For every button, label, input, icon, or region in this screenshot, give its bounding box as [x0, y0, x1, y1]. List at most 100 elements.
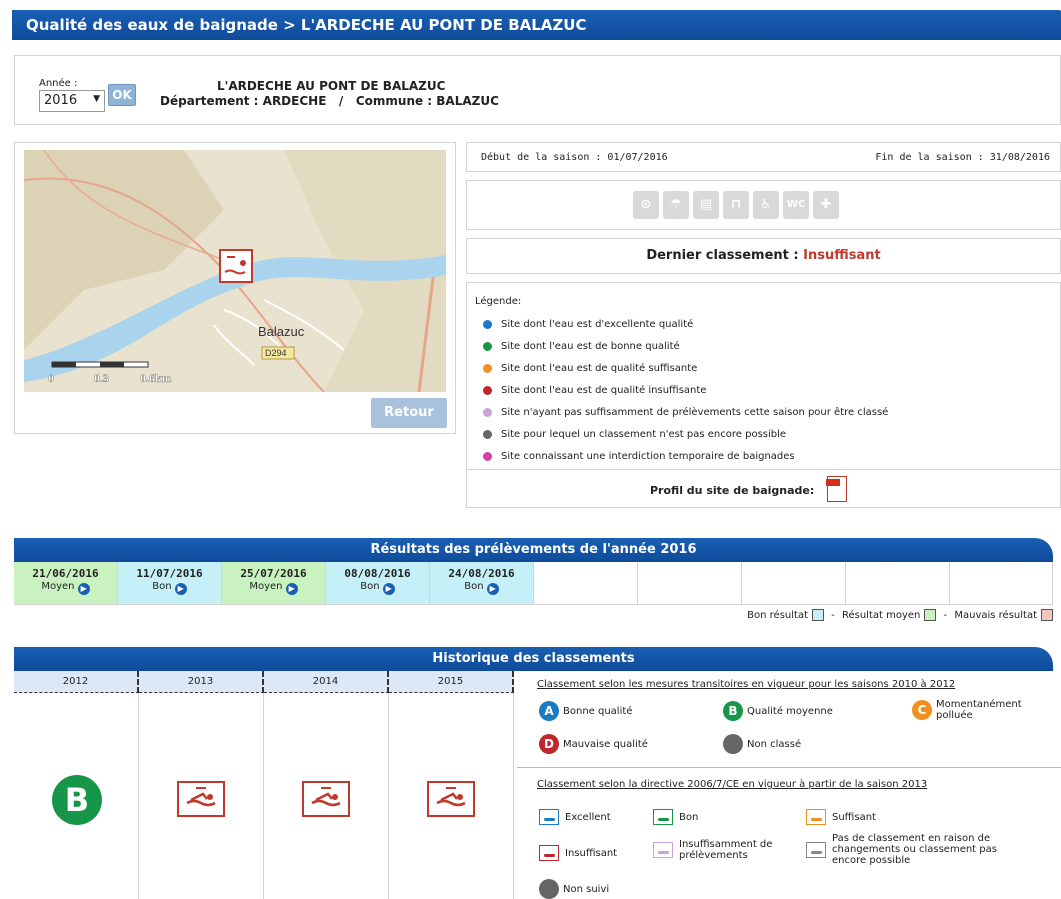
legend-b-label: Qualité moyenne [747, 705, 833, 717]
pdf-icon[interactable] [826, 476, 847, 502]
sample-cell[interactable]: 08/08/2016 Bon ▶ [326, 562, 430, 605]
sample-date: 21/06/2016 [32, 567, 99, 580]
legend-text: Site dont l'eau est de bonne qualité [501, 341, 680, 352]
legend-item: Site dont l'eau est d'excellente qualité [483, 319, 693, 330]
legend-nc-label: Non classé [747, 738, 802, 750]
legend-suffisant: Suffisant [806, 809, 876, 825]
sample-quality: Bon [360, 581, 380, 592]
legend-insuffisant-label: Insuffisant [565, 847, 618, 859]
sample-quality: Bon [152, 581, 172, 592]
legend-panel: Légende: Site dont l'eau est d'excellent… [466, 282, 1061, 508]
services-panel: ⊙ ☂ ▤ ⊓ ♿ WC ✚ [466, 180, 1061, 230]
legend-item: Site connaissant une interdiction tempor… [483, 451, 795, 462]
retour-button[interactable]: Retour [371, 398, 447, 428]
badge-nc-icon [723, 734, 743, 754]
history-col-2013 [139, 693, 264, 899]
history-year: 2012 [14, 671, 139, 693]
legend-bon-label: Bon [679, 811, 699, 823]
class-b-badge: B [52, 775, 102, 825]
swimmer-insufficient-icon [177, 781, 225, 817]
sample-cell[interactable]: 11/07/2016 Bon ▶ [118, 562, 222, 605]
swimmer-insufficient-samples-icon [653, 842, 673, 858]
history-col-2015 [389, 693, 514, 899]
year-label: Année : [39, 78, 78, 89]
history-col-2014 [264, 693, 389, 899]
legend-item: Site dont l'eau est de qualité suffisant… [483, 363, 697, 374]
play-icon[interactable]: ▶ [77, 583, 90, 595]
swimmer-glyph [544, 854, 555, 857]
legend-nc: Non classé [723, 734, 801, 754]
legend-medium-swatch [924, 609, 937, 621]
sample-cell[interactable]: 24/08/2016 Bon ▶ [430, 562, 534, 605]
site-department-commune: Département : ARDECHE / Commune : BALAZU… [160, 94, 499, 108]
not-monitored-icon [539, 879, 559, 899]
badge-a-icon: A [539, 701, 559, 721]
legend-bad-swatch [1041, 609, 1053, 621]
shade-icon: ⊓ [723, 191, 749, 219]
history-col-2012: B [14, 693, 139, 899]
legend-insuffisant: Insuffisant [539, 845, 617, 861]
legend-item: Site dont l'eau est de qualité insuffisa… [483, 385, 706, 396]
map-scale-06: 0.6km [140, 371, 172, 385]
empty-cell [638, 562, 742, 605]
swimmer-good-icon [653, 809, 673, 825]
legend-insuf-prel: Insuffisamment de prélèvements [653, 839, 793, 861]
sample-quality: Moyen [41, 581, 75, 592]
last-class-value: Insuffisant [803, 248, 881, 263]
legend-dot [483, 320, 492, 329]
history-year: 2013 [139, 671, 264, 693]
swimmer-insufficient-icon [539, 845, 559, 861]
profile-row: Profil du site de baignade: [467, 469, 1060, 507]
last-classification: Dernier classement : Insuffisant [466, 238, 1061, 274]
results-row: 21/06/2016 Moyen ▶ 11/07/2016 Bon ▶ 25/0… [14, 562, 1053, 605]
legend-b: B Qualité moyenne [723, 701, 833, 721]
results-legend: Bon résultat - Résultat moyen - Mauvais … [747, 609, 1053, 621]
sample-quality: Bon [464, 581, 484, 592]
legend-a-label: Bonne qualité [563, 705, 633, 717]
map-canvas: Balazuc D294 0 0.3 0.6km [24, 150, 446, 392]
site-name: L'ARDECHE AU PONT DE BALAZUC [217, 79, 446, 93]
legend-sep: - [940, 609, 951, 621]
map-view[interactable]: Balazuc D294 0 0.3 0.6km [24, 150, 446, 392]
season-start: Début de la saison : 01/07/2016 [481, 152, 668, 163]
last-class-label: Dernier classement : [646, 248, 804, 263]
legend-text: Site dont l'eau est de qualité insuffisa… [501, 385, 707, 396]
legend-pas-classement: Pas de classement en raison de changemen… [806, 833, 1046, 866]
legend-dot [483, 364, 492, 373]
history-columns: B [14, 693, 514, 899]
sample-cell[interactable]: 21/06/2016 Moyen ▶ [14, 562, 118, 605]
empty-cell [534, 562, 638, 605]
legend-c-label: Momentanément polluée [936, 699, 1022, 721]
play-icon[interactable]: ▶ [174, 583, 187, 595]
chevron-down-icon: ▼ [93, 94, 100, 104]
legend-insuf-prel-label: Insuffisamment de prélèvements [679, 839, 773, 861]
sample-date: 11/07/2016 [136, 567, 203, 580]
ok-button[interactable]: OK [108, 84, 136, 106]
legend-item: Site pour lequel un classement n'est pas… [483, 429, 786, 440]
first-aid-icon: ✚ [813, 191, 839, 219]
empty-cell [846, 562, 950, 605]
year-select[interactable]: 2016 ▼ [39, 90, 105, 112]
year-select-value: 2016 [44, 93, 78, 108]
swimmer-glyph [811, 818, 822, 821]
legend-non-suivi: Non suivi [539, 879, 609, 899]
sample-cell[interactable]: 25/07/2016 Moyen ▶ [222, 562, 326, 605]
directive-title: Classement selon la directive 2006/7/CE … [537, 779, 928, 790]
legend-dot [483, 386, 492, 395]
transitional-title: Classement selon les mesures transitoire… [537, 679, 956, 690]
play-icon[interactable]: ▶ [382, 583, 395, 595]
legend-suffisant-label: Suffisant [832, 811, 876, 823]
swimmer-glyph [658, 851, 669, 854]
legend-bad-label: Mauvais résultat [954, 609, 1037, 621]
play-icon[interactable]: ▶ [486, 583, 499, 595]
swimmer-insufficient-icon [302, 781, 350, 817]
legend-text: Site n'ayant pas suffisamment de prélève… [501, 407, 889, 418]
umbrella-icon: ☂ [663, 191, 689, 219]
play-icon[interactable]: ▶ [285, 583, 298, 595]
sample-date: 24/08/2016 [448, 567, 515, 580]
swimmer-glyph [658, 818, 669, 821]
swimmer-glyph [544, 818, 555, 821]
profile-label: Profil du site de baignade: [650, 484, 815, 497]
swimmer-excellent-icon [539, 809, 559, 825]
season-panel: Début de la saison : 01/07/2016 Fin de l… [466, 142, 1061, 172]
